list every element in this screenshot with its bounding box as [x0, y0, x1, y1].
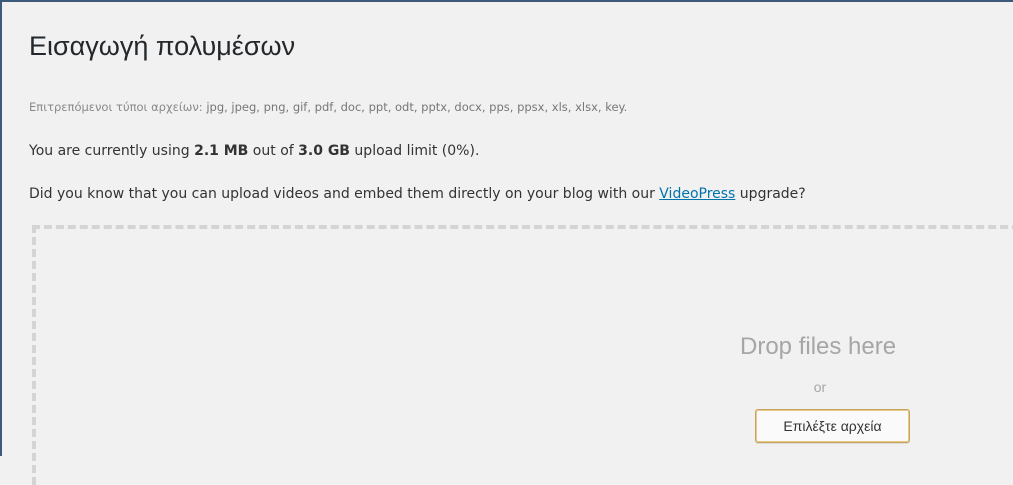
promo-suffix: upgrade? [735, 186, 806, 202]
usage-middle: out of [248, 143, 299, 159]
videopress-promo: Did you know that you can upload videos … [29, 186, 806, 202]
media-upload-panel: Εισαγωγή πολυμέσων Επιτρεπόμενοι τύποι α… [0, 0, 1013, 485]
videopress-link[interactable]: VideoPress [659, 186, 735, 202]
promo-prefix: Did you know that you can upload videos … [29, 186, 660, 202]
usage-used: 2.1 MB [194, 143, 249, 159]
select-files-button[interactable]: Επιλέξτε αρχεία [755, 409, 910, 443]
allowed-types-label: Επιτρεπόμενοι τύποι αρχείων: [29, 100, 203, 114]
allowed-file-types: Επιτρεπόμενοι τύποι αρχείων: jpg, jpeg, … [29, 100, 627, 114]
page-title: Εισαγωγή πολυμέσων [29, 31, 296, 61]
drop-zone-title: Drop files here [740, 333, 897, 360]
storage-usage: You are currently using 2.1 MB out of 3.… [29, 143, 479, 159]
allowed-types-list: jpg, jpeg, png, gif, pdf, doc, ppt, odt,… [206, 100, 628, 114]
drop-zone-or: or [813, 379, 827, 395]
usage-prefix: You are currently using [29, 143, 195, 159]
usage-suffix: upload limit (0%). [349, 143, 480, 159]
usage-limit: 3.0 GB [298, 143, 350, 159]
